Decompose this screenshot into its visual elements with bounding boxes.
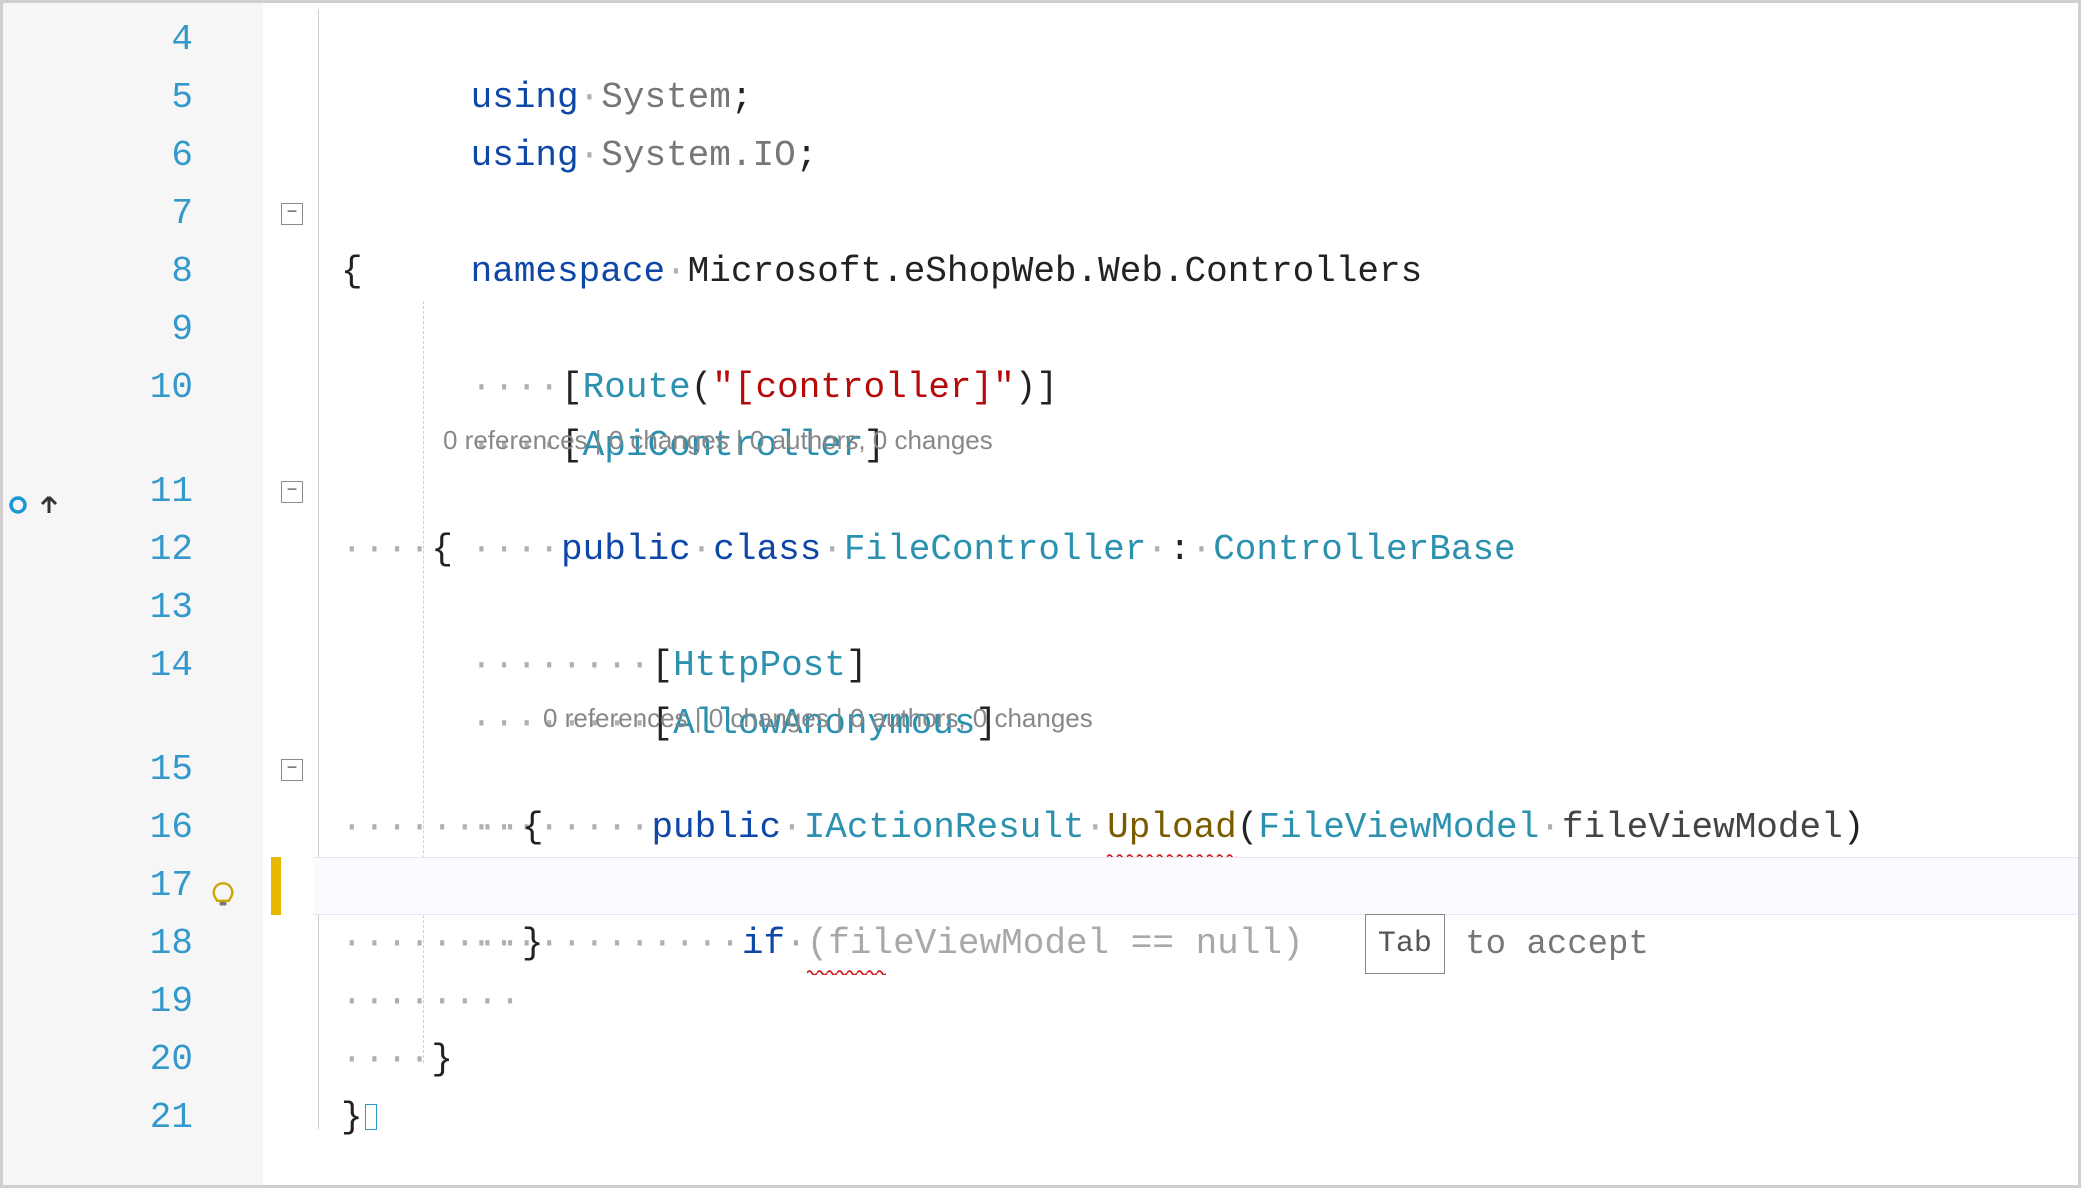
codelens-text[interactable]: 0 references | 0 changes | 0 authors, 0 …	[543, 695, 1093, 741]
code-line[interactable]: 6	[3, 127, 2078, 185]
codelens-text[interactable]: 0 references | 0 changes | 0 authors, 0 …	[443, 417, 993, 463]
code-line[interactable]: 21 }	[3, 1089, 2078, 1147]
line-number: 13	[63, 579, 193, 637]
line-number: 18	[63, 915, 193, 973]
navigate-target-icon[interactable]	[9, 479, 33, 503]
lightbulb-icon[interactable]	[209, 871, 237, 899]
code-line[interactable]: 12 ····{	[3, 521, 2078, 579]
line-number: 6	[63, 127, 193, 185]
line-number: 11	[63, 463, 193, 521]
code-line[interactable]: 9 ····[Route("[controller]")]	[3, 301, 2078, 359]
code-line[interactable]: 18 ········}	[3, 915, 2078, 973]
line-number: 20	[63, 1031, 193, 1089]
code-line[interactable]: 13 ········[HttpPost]	[3, 579, 2078, 637]
code-line-active[interactable]: 17 ············if·(fileViewModel == null…	[3, 857, 2078, 915]
line-number: 12	[63, 521, 193, 579]
code-line[interactable]: 19 ········	[3, 973, 2078, 1031]
code-line[interactable]: 8 {	[3, 243, 2078, 301]
text-cursor	[365, 1104, 377, 1130]
line-number: 8	[63, 243, 193, 301]
codelens[interactable]: 0 references | 0 changes | 0 authors, 0 …	[3, 695, 2078, 741]
code-line[interactable]: 5 using·System.IO;	[3, 69, 2078, 127]
code-editor[interactable]: 4 using·System; 5 using·System.IO; 6 7 −…	[0, 0, 2081, 1188]
line-number: 21	[63, 1089, 193, 1147]
code-line[interactable]: 15 − ········public·IActionResult·Upload…	[3, 741, 2078, 799]
code-line[interactable]: 20 ····}	[3, 1031, 2078, 1089]
line-number: 4	[63, 11, 193, 69]
fold-toggle-icon[interactable]: −	[281, 203, 303, 225]
line-number: 15	[63, 741, 193, 799]
line-number: 14	[63, 637, 193, 695]
fold-toggle-icon[interactable]: −	[281, 759, 303, 781]
fold-toggle-icon[interactable]: −	[281, 481, 303, 503]
navigate-up-icon[interactable]	[37, 479, 61, 503]
code-line[interactable]: 11 − ····public·class·FileController·:·C…	[3, 463, 2078, 521]
code-line[interactable]: 7 − namespace·Microsoft.eShopWeb.Web.Con…	[3, 185, 2078, 243]
code-line[interactable]: 14 ········[AllowAnonymous]	[3, 637, 2078, 695]
change-indicator	[271, 857, 281, 915]
line-number: 7	[63, 185, 193, 243]
line-number: 17	[63, 857, 193, 915]
line-number: 16	[63, 799, 193, 857]
line-number: 19	[63, 973, 193, 1031]
code-line[interactable]: 10 ····[ApiController]	[3, 359, 2078, 417]
code-line[interactable]: 4 using·System;	[3, 11, 2078, 69]
codelens[interactable]: 0 references | 0 changes | 0 authors, 0 …	[3, 417, 2078, 463]
line-number: 10	[63, 359, 193, 417]
code-line[interactable]: 16 ········{	[3, 799, 2078, 857]
line-number: 5	[63, 69, 193, 127]
line-number: 9	[63, 301, 193, 359]
